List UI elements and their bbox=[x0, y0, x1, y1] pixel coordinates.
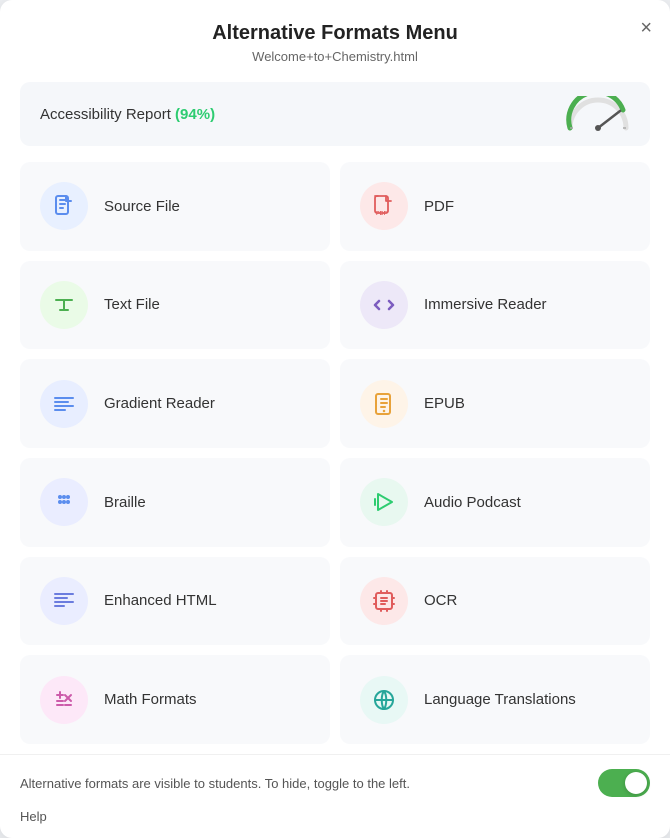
icon-text-file bbox=[40, 281, 88, 329]
icon-immersive-reader bbox=[360, 281, 408, 329]
icon-pdf: PDF bbox=[360, 182, 408, 230]
label-epub: EPUB bbox=[424, 395, 465, 412]
label-pdf: PDF bbox=[424, 198, 454, 215]
grid-item-gradient-reader[interactable]: Gradient Reader bbox=[20, 359, 330, 448]
accessibility-label: Accessibility Report (94%) bbox=[40, 106, 215, 123]
gauge bbox=[566, 96, 630, 132]
icon-gradient-reader bbox=[40, 380, 88, 428]
grid-item-immersive-reader[interactable]: Immersive Reader bbox=[340, 261, 650, 350]
icon-audio-podcast bbox=[360, 478, 408, 526]
label-gradient-reader: Gradient Reader bbox=[104, 395, 215, 412]
accessibility-percent: (94%) bbox=[175, 106, 215, 123]
label-audio-podcast: Audio Podcast bbox=[424, 494, 521, 511]
grid-item-math-formats[interactable]: Math Formats bbox=[20, 655, 330, 744]
icon-ocr bbox=[360, 577, 408, 625]
accessibility-bar: Accessibility Report (94%) bbox=[20, 82, 650, 146]
grid-container: Source File PDF PDF Text File Immersive Read… bbox=[0, 152, 670, 754]
label-math-formats: Math Formats bbox=[104, 691, 197, 708]
label-braille: Braille bbox=[104, 494, 146, 511]
close-button[interactable]: × bbox=[640, 18, 652, 38]
label-immersive-reader: Immersive Reader bbox=[424, 296, 547, 313]
grid-item-braille[interactable]: Braille bbox=[20, 458, 330, 547]
help-link[interactable]: Help bbox=[0, 805, 670, 838]
icon-math-formats bbox=[40, 676, 88, 724]
grid-item-enhanced-html[interactable]: Enhanced HTML bbox=[20, 557, 330, 646]
icon-epub bbox=[360, 380, 408, 428]
footer-text: Alternative formats are visible to stude… bbox=[20, 776, 410, 791]
label-text-file: Text File bbox=[104, 296, 160, 313]
label-enhanced-html: Enhanced HTML bbox=[104, 592, 217, 609]
modal-subtitle: Welcome+to+Chemistry.html bbox=[40, 49, 630, 64]
modal-header: Alternative Formats Menu Welcome+to+Chem… bbox=[0, 0, 670, 72]
grid-item-source-file[interactable]: Source File bbox=[20, 162, 330, 251]
grid-item-text-file[interactable]: Text File bbox=[20, 261, 330, 350]
icon-language-translations bbox=[360, 676, 408, 724]
icon-source-file bbox=[40, 182, 88, 230]
label-source-file: Source File bbox=[104, 198, 180, 215]
grid-item-epub[interactable]: EPUB bbox=[340, 359, 650, 448]
grid-item-ocr[interactable]: OCR bbox=[340, 557, 650, 646]
icon-enhanced-html bbox=[40, 577, 88, 625]
toggle-switch[interactable] bbox=[598, 769, 650, 797]
label-language-translations: Language Translations bbox=[424, 691, 576, 708]
grid-item-audio-podcast[interactable]: Audio Podcast bbox=[340, 458, 650, 547]
modal: Alternative Formats Menu Welcome+to+Chem… bbox=[0, 0, 670, 838]
modal-title: Alternative Formats Menu bbox=[212, 22, 458, 44]
label-ocr: OCR bbox=[424, 592, 457, 609]
toggle-knob bbox=[625, 772, 647, 794]
footer: Alternative formats are visible to stude… bbox=[0, 754, 670, 805]
icon-braille bbox=[40, 478, 88, 526]
svg-text:PDF: PDF bbox=[376, 211, 388, 217]
grid-item-pdf[interactable]: PDF PDF bbox=[340, 162, 650, 251]
grid-item-language-translations[interactable]: Language Translations bbox=[340, 655, 650, 744]
